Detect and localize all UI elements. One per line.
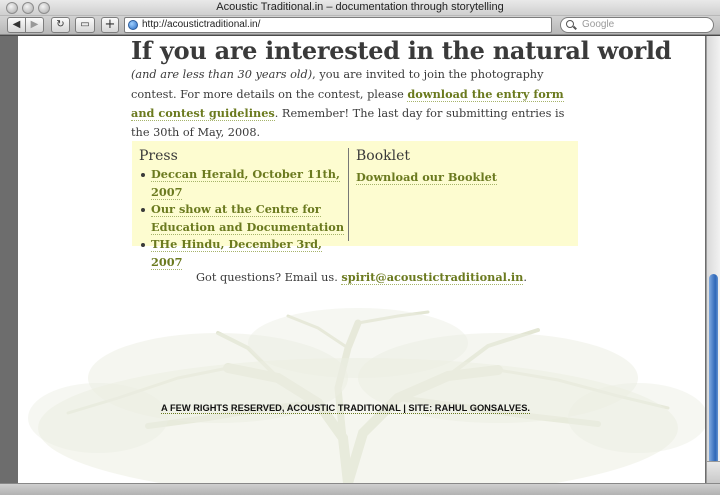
press-list: Deccan Herald, October 11th, 2007 Our sh…	[139, 166, 349, 271]
scrollbar-thumb[interactable]	[709, 274, 718, 470]
contact-line: Got questions? Email us. spirit@acoustic…	[18, 270, 705, 285]
contact-email-link[interactable]: spirit@acoustictraditional.in	[341, 270, 524, 285]
search-icon[interactable]	[566, 20, 574, 28]
forward-button[interactable]: ▶	[25, 17, 44, 33]
reload-button[interactable]: ↻	[51, 17, 70, 33]
press-link-centre-education[interactable]: Our show at the Centre for Education and…	[151, 202, 345, 235]
globe-icon	[128, 20, 138, 30]
web-page: If you are interested in the natural wor…	[18, 36, 705, 483]
window-titlebar: Acoustic Traditional.in – documentation …	[0, 0, 720, 16]
booklet-title: Booklet	[356, 148, 411, 164]
press-booklet-panel: Press Deccan Herald, October 11th, 2007 …	[132, 141, 578, 270]
address-text[interactable]: http://acoustictraditional.in/	[142, 19, 260, 30]
press-title: Press	[139, 148, 178, 164]
page-heading: If you are interested in the natural wor…	[131, 36, 672, 65]
press-link-deccan-herald[interactable]: Deccan Herald, October 11th, 2007	[151, 167, 340, 200]
search-placeholder: Google	[582, 19, 615, 30]
browser-toolbar: ◀ ▶ ↻ ▭ + http://acoustictraditional.in/…	[0, 16, 720, 35]
vertical-scrollbar[interactable]	[706, 36, 720, 483]
page-viewport: If you are interested in the natural wor…	[0, 36, 706, 483]
search-field[interactable]: Google	[560, 17, 714, 33]
download-booklet-link[interactable]: Download our Booklet	[356, 170, 498, 185]
press-section: Press Deccan Herald, October 11th, 2007 …	[139, 148, 349, 271]
press-link-the-hindu[interactable]: THe Hindu, December 3rd, 2007	[151, 237, 322, 270]
snapback-button[interactable]: ▭	[75, 17, 95, 33]
contest-intro: (and are less than 30 years old), you ar…	[131, 66, 586, 142]
age-note: (and are less than 30 years old)	[131, 68, 313, 81]
press-item: Our show at the Centre for Education and…	[139, 201, 349, 236]
contact-end: .	[523, 271, 527, 284]
contact-text: Got questions? Email us.	[196, 271, 342, 284]
background-tree-image	[28, 308, 705, 483]
window-bottom-bar	[0, 483, 720, 495]
press-item: THe Hindu, December 3rd, 2007	[139, 236, 349, 271]
window-title: Acoustic Traditional.in – documentation …	[216, 1, 504, 13]
press-item: Deccan Herald, October 11th, 2007	[139, 166, 349, 201]
add-bookmark-button[interactable]: +	[101, 17, 119, 33]
scroll-arrows[interactable]	[707, 461, 720, 483]
address-bar[interactable]: http://acoustictraditional.in/	[124, 17, 552, 33]
footer-credits[interactable]: A FEW RIGHTS RESERVED, ACOUSTIC TRADITIO…	[161, 403, 530, 414]
booklet-section: Booklet Download our Booklet	[356, 148, 556, 187]
back-button[interactable]: ◀	[7, 17, 26, 33]
panel-divider	[348, 148, 349, 241]
